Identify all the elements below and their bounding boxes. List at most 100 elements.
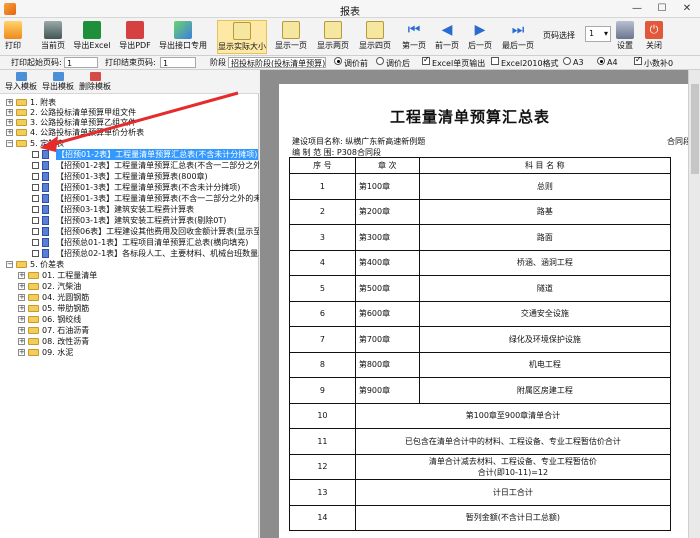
settings-button[interactable]: 设置 [614,20,636,54]
page-print-icon [44,21,62,39]
actual-size-icon [233,22,251,40]
show-actual-size-button[interactable]: 显示实际大小 [217,20,267,54]
four-pages-icon [366,21,384,39]
print-start-input[interactable]: 1 [64,57,98,68]
title-bar: 报表 — ☐ ✕ [0,0,700,18]
folder-icon [16,119,27,126]
export-interface-button[interactable]: 导出接口专用 [156,20,210,54]
export-pdf-button[interactable]: 导出PDF [118,20,152,54]
table-row: 14 暂列金额(不含计日工总额) [289,504,672,531]
table-row: 8 第800章 机电工程 [289,351,672,378]
window-title: 报表 [340,7,360,18]
export-icon [52,72,64,81]
folder-open-icon [16,140,27,147]
folder-icon [28,338,39,345]
first-page-icon: ⏮ [407,22,421,38]
import-template-button[interactable]: 导入模板 [5,72,37,92]
toolbar: 打印 当前页 导出Excel 导出PDF 导出接口专用 显示实际大小 显示一页 … [0,18,700,56]
print-start-label: 打印起始页码: [11,58,62,67]
show-four-pages-button[interactable]: 显示四页 [357,20,393,54]
checkbox [32,217,39,224]
summary-table: 序 号 章 次 科 目 名 称 1 第100章 总则 2 第200章 路基 3 第300章… [289,157,672,531]
folder-icon [16,109,27,116]
checkbox [32,184,39,191]
report-doc-icon [42,172,49,181]
adjust-before-radio[interactable]: 调价前 [334,57,368,68]
print-button[interactable]: 打印 [2,20,24,54]
project-name: 建设项目名称: 纵横广东新高速新例题 [292,137,426,146]
table-row: 3 第300章 路面 [289,224,672,251]
report-title: 工程量清单预算汇总表 [389,108,550,126]
folder-icon [16,99,27,106]
minimize-button[interactable]: — [626,1,648,16]
table-row: 5 第500章 隧道 [289,275,672,302]
report-preview[interactable]: 工程量清单预算汇总表 建设项目名称: 纵横广东新高速新例题 合同段 编 制 范 … [260,70,700,538]
report-doc-icon [42,249,49,258]
scrollbar-thumb[interactable] [691,84,699,174]
folder-icon [28,294,39,301]
stage-select[interactable]: 招投标阶段(投标清单预算) [228,57,326,68]
close-window-button[interactable]: ✕ [676,1,698,16]
checkbox [32,162,39,169]
folder-icon [28,305,39,312]
table-row: 12 清单合计减去材料、工程设备、专业工程暂估价 合计(即10-11)=12 [289,453,672,480]
header-chapter: 章 次 [354,157,420,174]
delete-template-button[interactable]: 删除模板 [79,72,111,92]
print-end-input[interactable]: 1 [160,57,196,68]
excel2010-checkbox[interactable]: Excel2010格式 [491,57,559,68]
options-bar: 打印起始页码: 1 打印结束页码: 1 阶段 招投标阶段(投标清单预算) 调价前… [0,55,700,70]
template-panel: 导入模板 导出模板 删除模板 +1. 附表 +2. 公路投标清单预算甲组文件 +… [0,70,259,538]
next-page-button[interactable]: ▶ 后一页 [466,20,494,54]
table-row: 13 计日工合计 [289,479,672,506]
stage-label: 阶段 [210,58,226,67]
header-no: 序 号 [289,157,356,174]
close-report-button[interactable]: ⏻ 关闭 [643,20,665,54]
two-pages-icon [324,21,342,39]
export-interface-icon [174,21,192,39]
a3-radio[interactable]: A3 [563,57,584,67]
a4-radio[interactable]: A4 [597,57,618,67]
checkbox [32,173,39,180]
first-page-button[interactable]: ⏮ 第一页 [400,20,428,54]
vertical-scrollbar[interactable] [688,70,700,538]
page-select-label: 页码选择 [543,31,575,40]
table-row: 11 已包含在清单合计中的材料、工程设备、专业工程暂估价合计 [289,428,672,455]
report-doc-icon [42,194,49,203]
report-doc-icon [42,205,49,214]
template-tree: +1. 附表 +2. 公路投标清单预算甲组文件 +3. 公路投标清单预算乙组文件… [6,98,259,357]
settings-icon [616,21,634,39]
show-one-page-button[interactable]: 显示一页 [273,20,309,54]
table-row: 9 第900章 附属区房建工程 [289,377,672,404]
show-two-pages-button[interactable]: 显示两页 [314,20,352,54]
export-excel-button[interactable]: 导出Excel [73,20,111,54]
delete-icon [89,72,101,81]
one-page-icon [282,21,300,39]
prev-page-button[interactable]: ◀ 前一页 [433,20,461,54]
table-row: 1 第100章 总则 [289,173,672,200]
import-icon [15,72,27,81]
table-row: 4 第400章 桥涵、涵洞工程 [289,249,672,276]
decimal-checkbox[interactable]: 小数补0 [634,55,673,68]
maximize-button[interactable]: ☐ [651,1,673,16]
dropdown-arrow-icon: ▾ [603,29,608,38]
next-page-icon: ▶ [474,22,486,38]
export-template-button[interactable]: 导出模板 [42,72,74,92]
checkbox [32,195,39,202]
adjust-after-radio[interactable]: 调价后 [376,57,410,68]
pdf-icon [126,21,144,39]
table-row: 6 第600章 交通安全设施 [289,300,672,327]
print-end-label: 打印结束页码: [105,58,156,67]
page-select-dropdown[interactable]: 1 ▾ [585,26,611,42]
folder-icon [28,349,39,356]
current-page-button[interactable]: 当前页 [38,20,68,54]
table-row: 7 第700章 绿化及环境保护设施 [289,326,672,353]
report-page: 工程量清单预算汇总表 建设项目名称: 纵横广东新高速新例题 合同段 编 制 范 … [279,84,700,538]
checkbox [32,239,39,246]
table-header-row: 序 号 章 次 科 目 名 称 [289,157,672,174]
template-toolbar: 导入模板 导出模板 删除模板 [0,70,259,94]
excel-single-checkbox[interactable]: Excel单页输出 [422,55,485,68]
last-page-button[interactable]: ⏭ 最后一页 [499,20,537,54]
folder-icon [28,316,39,323]
folder-icon [28,272,39,279]
report-doc-icon [42,183,49,192]
